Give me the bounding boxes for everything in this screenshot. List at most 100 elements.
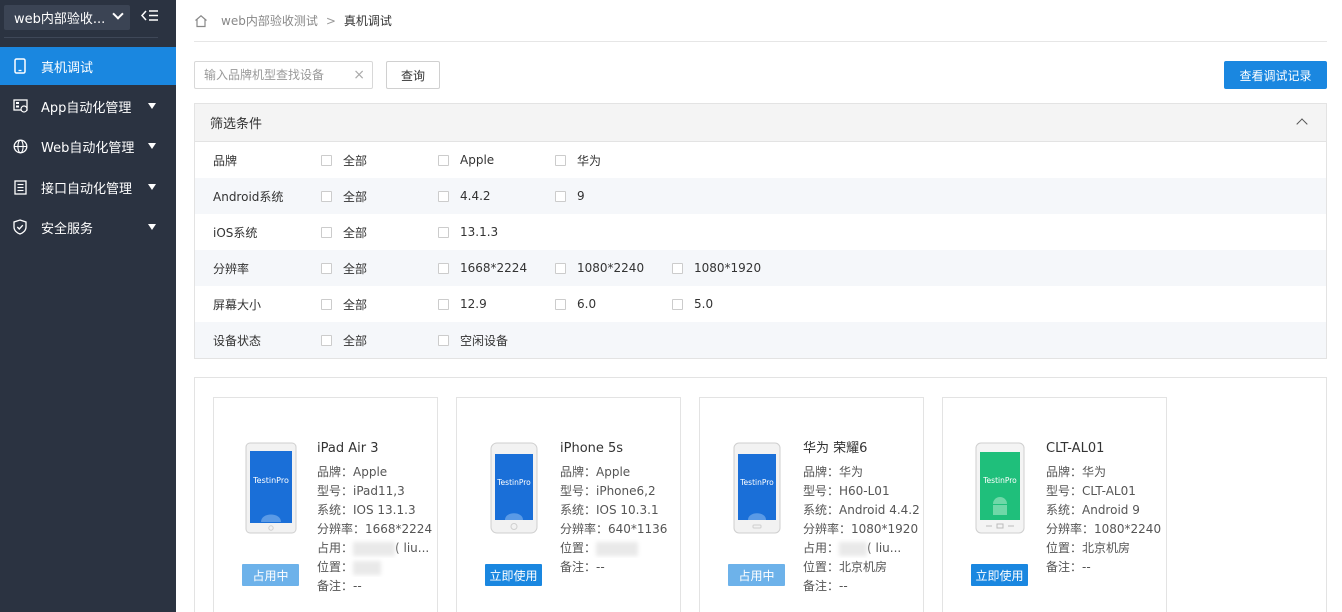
- checkbox[interactable]: [672, 298, 683, 310]
- filter-option[interactable]: 1080*1920: [672, 261, 761, 275]
- device-status-button[interactable]: 占用中: [242, 564, 299, 586]
- device-card[interactable]: TestinPro iPad Air 3 品牌：Apple 型号：iPad11,…: [213, 397, 438, 612]
- collapse-menu-icon[interactable]: [140, 8, 160, 24]
- caret-down-icon: [148, 184, 156, 190]
- device-resolution: 分辨率：640*1136: [560, 522, 668, 536]
- device-location: 位置：北京机房: [1046, 541, 1131, 555]
- redacted-location: [353, 560, 382, 575]
- device-status-button[interactable]: 立即使用: [485, 564, 542, 586]
- filter-option[interactable]: Apple: [438, 153, 494, 167]
- filter-option[interactable]: 全部: [321, 188, 367, 205]
- checkbox[interactable]: [672, 262, 683, 274]
- device-status-button[interactable]: 占用中: [728, 564, 785, 586]
- filter-row-resolution: 分辨率 全部 1668*2224 1080*2240 1080*1920: [195, 250, 1326, 286]
- filter-option[interactable]: 全部: [321, 224, 367, 241]
- device-model: 型号：H60-L01: [803, 484, 890, 498]
- sidebar-item-device-debug[interactable]: 真机调试: [0, 47, 176, 85]
- checkbox[interactable]: [555, 154, 566, 166]
- checkbox[interactable]: [555, 262, 566, 274]
- filter-option[interactable]: 全部: [321, 332, 367, 349]
- checkbox[interactable]: [555, 190, 566, 202]
- checkbox[interactable]: [555, 298, 566, 310]
- checkbox[interactable]: [321, 298, 332, 310]
- sidebar-item-api-automation[interactable]: 接口自动化管理: [0, 168, 176, 206]
- device-location: 位置：: [317, 558, 435, 577]
- filter-option[interactable]: 9: [555, 189, 585, 203]
- filter-option-label: 6.0: [577, 297, 597, 311]
- filter-option[interactable]: 4.4.2: [438, 189, 491, 203]
- checkbox[interactable]: [438, 226, 449, 238]
- filter-option[interactable]: 5.0: [672, 297, 713, 311]
- filter-option[interactable]: 全部: [321, 296, 367, 313]
- clear-icon[interactable]: ×: [353, 67, 365, 83]
- query-button[interactable]: 查询: [386, 61, 440, 89]
- chevron-up-icon[interactable]: [1296, 118, 1308, 130]
- filter-option[interactable]: 空闲设备: [438, 332, 508, 349]
- filter-option-label: Apple: [460, 153, 495, 167]
- device-card[interactable]: TestinPro CLT-AL01 品牌：华为 型号：CLT-AL01 系统：…: [942, 397, 1167, 612]
- checkbox[interactable]: [438, 298, 449, 310]
- checkbox[interactable]: [321, 226, 332, 238]
- filter-option-label: 华为: [577, 153, 602, 168]
- filter-option[interactable]: 6.0: [555, 297, 596, 311]
- filter-option[interactable]: 1080*2240: [555, 261, 644, 275]
- sidebar-item-label: 接口自动化管理: [41, 181, 133, 197]
- device-remark: 备注：--: [317, 579, 362, 593]
- redacted-user: [353, 541, 396, 556]
- sidebar-item-label: 真机调试: [41, 60, 94, 76]
- project-select[interactable]: web内部验收...: [4, 5, 130, 30]
- device-location: 位置：北京机房: [803, 560, 888, 574]
- home-icon[interactable]: [194, 14, 208, 28]
- filter-header[interactable]: 筛选条件: [195, 104, 1326, 142]
- sidebar-divider: [4, 37, 158, 38]
- checkbox[interactable]: [438, 334, 449, 346]
- filter-label: 分辨率: [213, 261, 250, 276]
- device-brand: 品牌：华为: [1046, 465, 1107, 479]
- device-card[interactable]: TestinPro iPhone 5s 品牌：Apple 型号：iPhone6,…: [456, 397, 681, 612]
- device-name: CLT-AL01: [1046, 441, 1105, 456]
- sidebar-item-label: 安全服务: [41, 221, 94, 237]
- checkbox[interactable]: [321, 262, 332, 274]
- app-grid-icon: [12, 98, 28, 114]
- device-resolution: 分辨率：1080*1920: [803, 522, 919, 536]
- checkbox[interactable]: [438, 190, 449, 202]
- checkbox[interactable]: [438, 262, 449, 274]
- filter-option[interactable]: 12.9: [438, 297, 487, 311]
- header-divider: [194, 41, 1327, 42]
- sidebar-item-web-automation[interactable]: Web自动化管理: [0, 127, 176, 165]
- device-brand: 品牌：Apple: [560, 465, 631, 479]
- search-box: ×: [194, 61, 373, 89]
- view-debug-records-button[interactable]: 查看调试记录: [1224, 61, 1327, 89]
- device-remark: 备注：--: [560, 560, 605, 574]
- filter-option-label: 全部: [343, 189, 368, 204]
- filter-option[interactable]: 华为: [555, 152, 601, 169]
- filter-option[interactable]: 1668*2224: [438, 261, 527, 275]
- device-occupy: 占用： ( liu...: [317, 539, 435, 558]
- search-input[interactable]: [195, 62, 345, 88]
- caret-down-icon: [148, 143, 156, 149]
- device-brand: 品牌：Apple: [317, 465, 388, 479]
- filter-option[interactable]: 全部: [321, 260, 367, 277]
- sidebar-item-security[interactable]: 安全服务: [0, 208, 176, 246]
- chevron-down-icon: [112, 8, 124, 20]
- filter-option-label: 4.4.2: [460, 189, 491, 203]
- filter-option-label: 全部: [343, 333, 368, 348]
- device-system: 系统：IOS 13.1.3: [317, 503, 416, 517]
- device-card[interactable]: TestinPro 华为 荣耀6 品牌：华为 型号：H60-L01 系统：And…: [699, 397, 924, 612]
- device-model: 型号：iPhone6,2: [560, 484, 656, 498]
- breadcrumb-parent[interactable]: web内部验收测试: [221, 12, 318, 29]
- sidebar: web内部验收... 真机调试 App自动化管理 Web自动化管理 接口自动化管…: [0, 0, 176, 612]
- checkbox[interactable]: [438, 154, 449, 166]
- checkbox[interactable]: [321, 190, 332, 202]
- tablet-image: TestinPro: [245, 442, 297, 534]
- device-status-button[interactable]: 立即使用: [971, 564, 1028, 586]
- filter-option[interactable]: 13.1.3: [438, 225, 498, 239]
- sidebar-item-app-automation[interactable]: App自动化管理: [0, 87, 176, 125]
- checkbox[interactable]: [321, 154, 332, 166]
- breadcrumb-current: 真机调试: [343, 14, 392, 28]
- location-label: 位置：: [560, 541, 597, 555]
- filter-option[interactable]: 全部: [321, 152, 367, 169]
- caret-down-icon: [148, 103, 156, 109]
- filter-option-label: 12.9: [460, 297, 487, 311]
- checkbox[interactable]: [321, 334, 332, 346]
